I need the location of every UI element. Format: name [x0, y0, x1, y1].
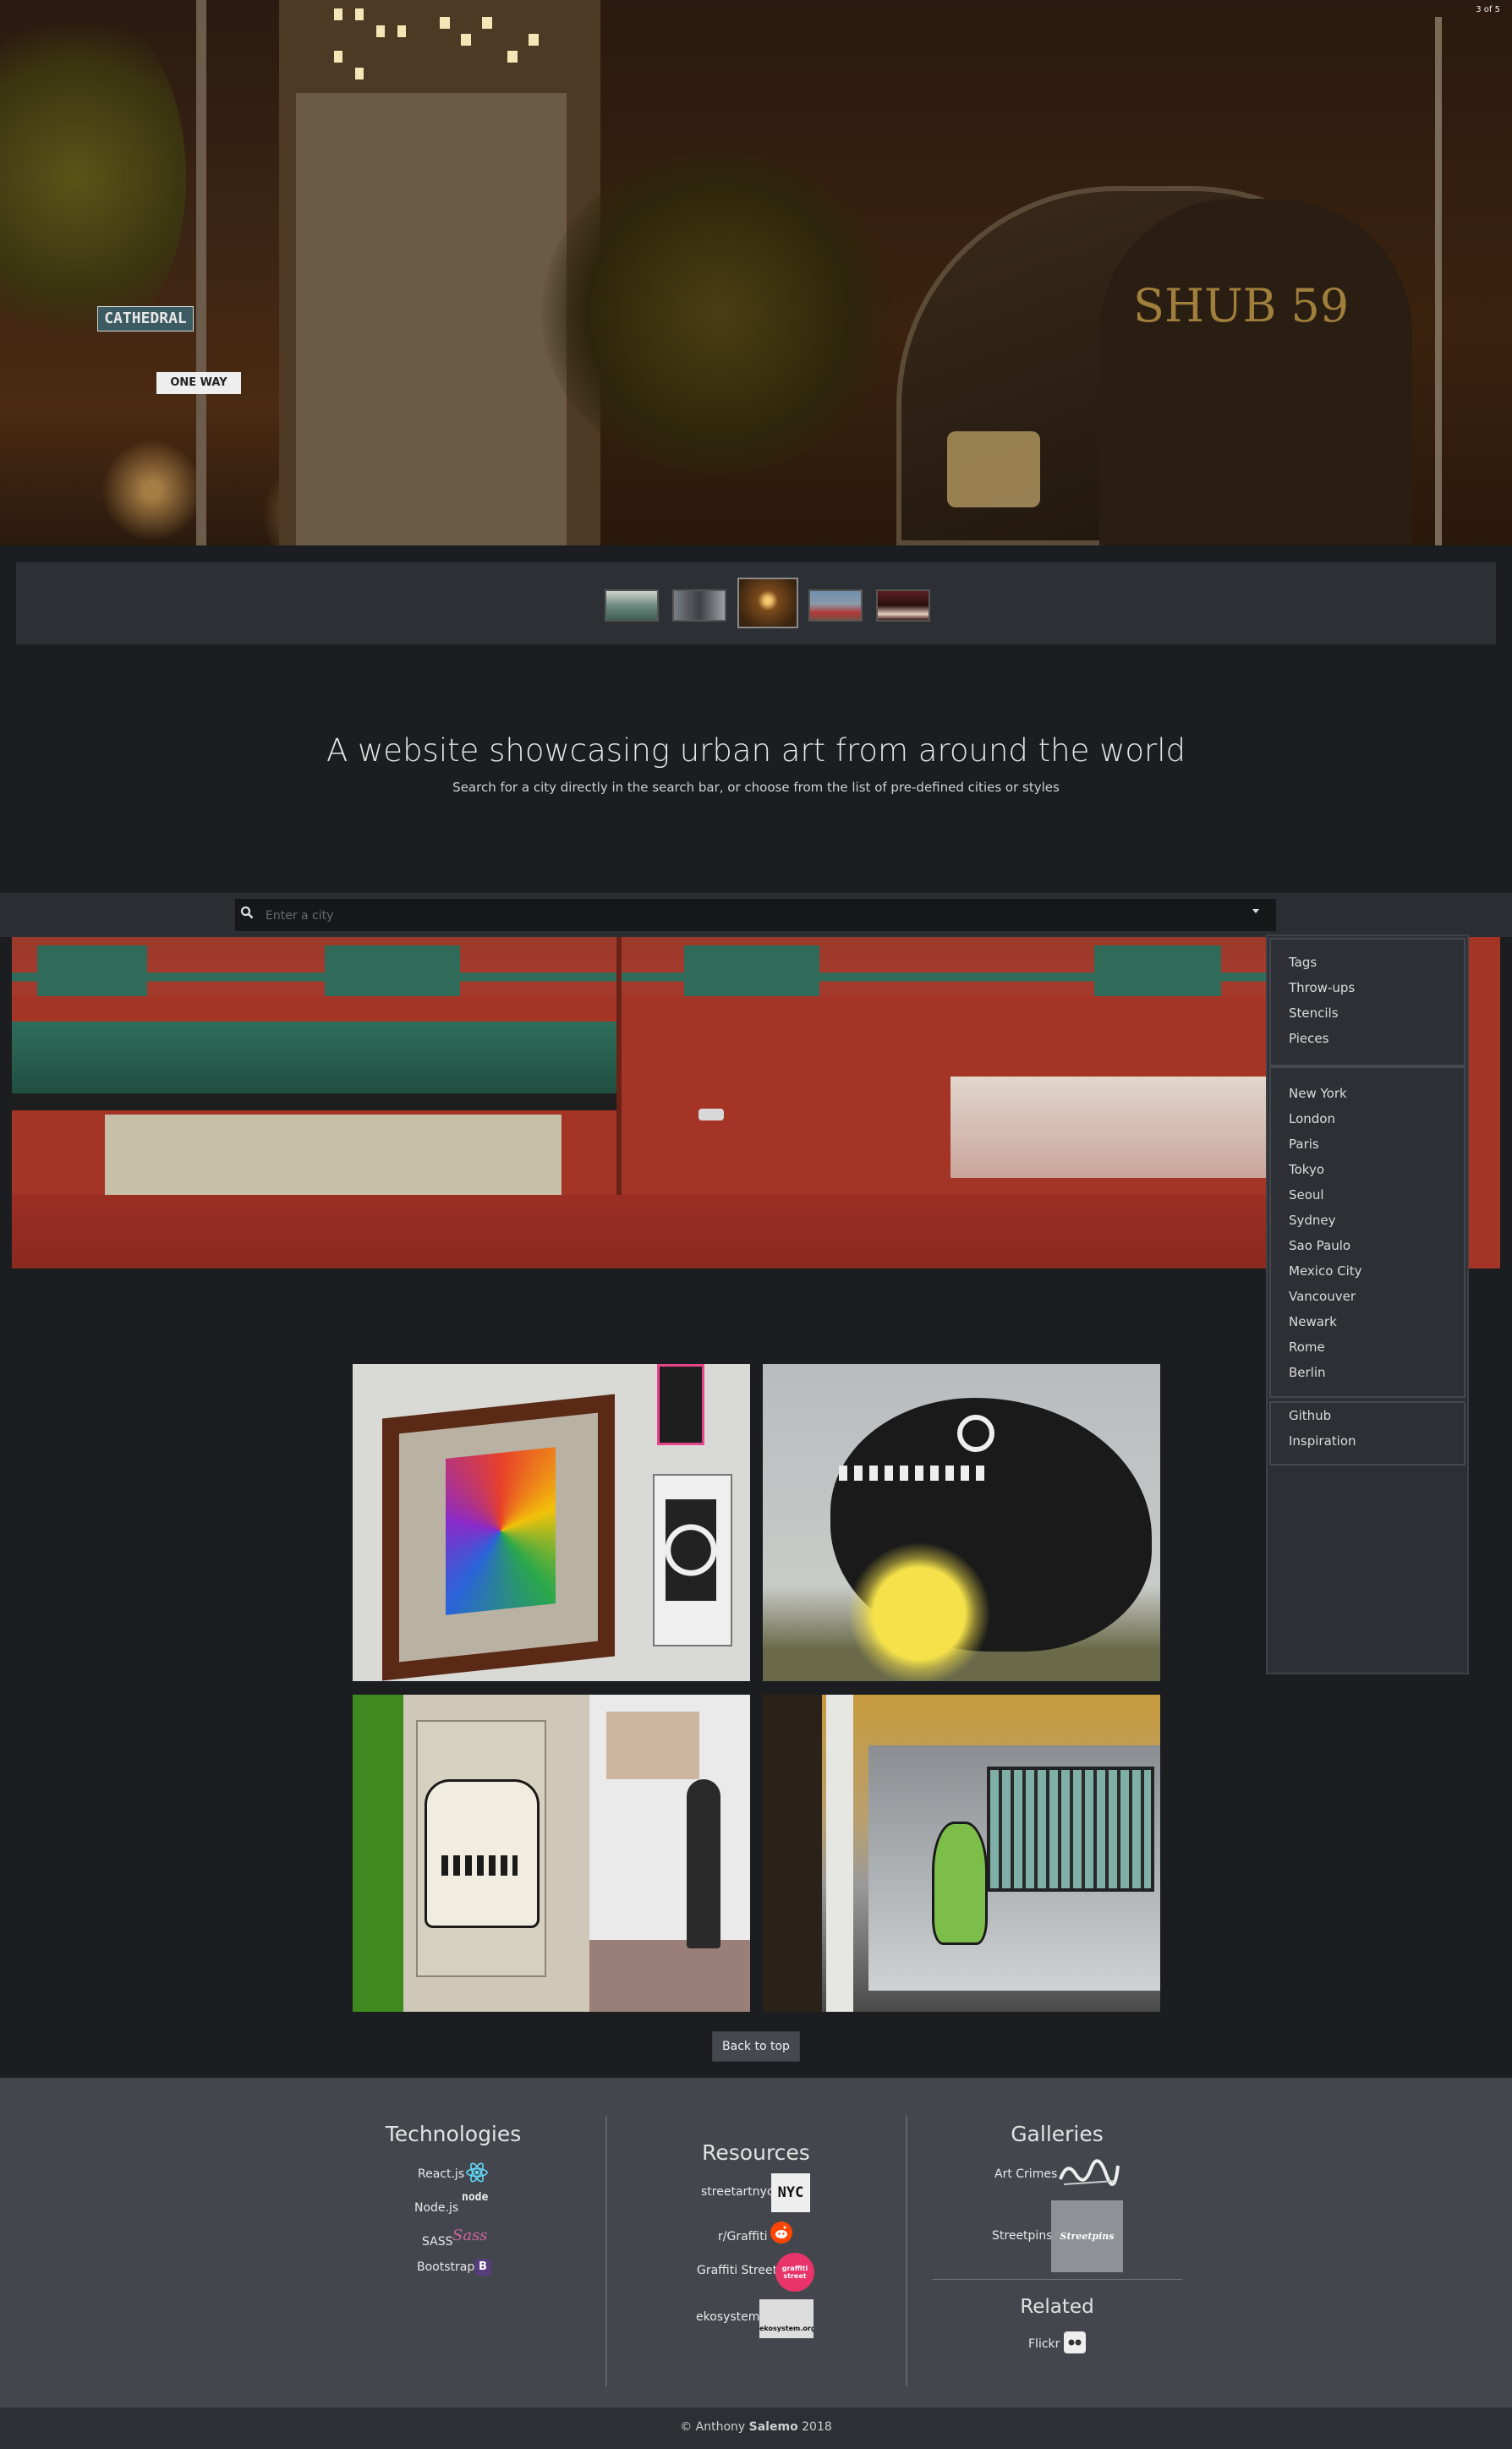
copyright-name: Salemo [748, 2420, 798, 2434]
footer: Technologies React.js Node.js node SASS … [0, 2078, 1512, 2408]
thumbnail-5[interactable] [876, 589, 930, 622]
art-crimes-logo [1057, 2156, 1121, 2189]
footer-resources-heading: Resources [702, 2140, 810, 2165]
copyright-prefix: © Anthony [680, 2420, 746, 2434]
hero-counter: 3 of 5 [1476, 5, 1500, 14]
node-icon: node [462, 2191, 489, 2204]
hero-tree-center [541, 152, 896, 474]
flickr-icon [1064, 2331, 1086, 2353]
footer-galleries-divider [933, 2279, 1182, 2280]
footer-link-streetpins[interactable]: Streetpins [992, 2229, 1052, 2243]
back-to-top-button[interactable]: Back to top [712, 2031, 800, 2062]
footer-technologies-heading: Technologies [385, 2122, 522, 2146]
react-icon [465, 2161, 489, 2187]
footer-link-graffiti-street[interactable]: Graffiti Street [697, 2264, 777, 2277]
footer-link-reactjs[interactable]: React.js [418, 2167, 464, 2181]
hero-one-way-sign: ONE WAY [156, 372, 241, 394]
footer-link-sass[interactable]: SASS [422, 2235, 453, 2249]
copyright-text: © Anthony Salemo 2018 [0, 2420, 1512, 2434]
sidebar: Tags Throw-ups Stencils Pieces New York … [1266, 934, 1469, 1674]
page-title: A website showcasing urban art from arou… [326, 732, 1186, 769]
footer-galleries-heading: Galleries [1011, 2122, 1104, 2146]
thumbnail-bar [16, 562, 1496, 644]
footer-link-flickr[interactable]: Flickr [1028, 2337, 1060, 2351]
gallery-photo-framed-art[interactable] [353, 1364, 750, 1681]
footer-link-art-crimes[interactable]: Art Crimes [994, 2167, 1057, 2181]
copyright-year: 2018 [802, 2420, 832, 2434]
sass-icon: Sass [452, 2227, 488, 2244]
hero-sticker [947, 431, 1040, 507]
search-icon [240, 906, 254, 923]
reddit-icon [770, 2222, 792, 2244]
gallery-photo-green-creature[interactable] [763, 1695, 1160, 2012]
sidebar-item-mexico-city[interactable]: Mexico City [1289, 1263, 1362, 1279]
hero-graffiti-tag: SHUB 59 [1133, 279, 1350, 332]
sidebar-item-tags[interactable]: Tags [1289, 955, 1317, 970]
sidebar-item-stencils[interactable]: Stencils [1289, 1005, 1339, 1021]
sidebar-item-pieces[interactable]: Pieces [1289, 1031, 1328, 1046]
thumbnail-3-active[interactable] [737, 578, 798, 628]
banner-white-patch [950, 1077, 1268, 1178]
graffiti-street-logo: graffiti street [775, 2253, 814, 2292]
sidebar-item-seoul[interactable]: Seoul [1289, 1187, 1324, 1203]
chevron-down-icon[interactable] [1252, 905, 1260, 918]
gallery-photo-utility-box[interactable] [353, 1695, 750, 2012]
hero-tree-left [0, 0, 186, 355]
footer-link-ekosystem[interactable]: ekosystem [696, 2310, 759, 2324]
ekosystem-logo: ekosystem.org [759, 2299, 814, 2338]
hero-pole-right [1435, 17, 1442, 545]
page-subtitle: Search for a city directly in the search… [452, 780, 1060, 795]
hero-street-sign: CATHEDRAL [97, 306, 194, 331]
streetartnyc-logo: NYC [771, 2173, 810, 2212]
search-input[interactable] [264, 903, 1240, 929]
footer-link-streetartnyc[interactable]: streetartnyc [701, 2185, 774, 2199]
sidebar-item-throw-ups[interactable]: Throw-ups [1289, 980, 1355, 995]
streetpins-logo: Streetpins [1051, 2200, 1123, 2272]
banner-image-edge [1469, 937, 1500, 1268]
hero-building-facade [296, 93, 567, 545]
banner-green-awning [12, 1022, 616, 1098]
city-banner-image [12, 937, 1268, 1268]
sidebar-item-rome[interactable]: Rome [1289, 1340, 1325, 1355]
sidebar-item-new-york[interactable]: New York [1289, 1086, 1347, 1101]
gallery-photo-black-creature[interactable] [763, 1364, 1160, 1681]
sidebar-item-london[interactable]: London [1289, 1111, 1335, 1126]
banner-lower-wall [12, 1195, 1268, 1268]
thumbnail-4[interactable] [808, 589, 863, 622]
footer-link-nodejs[interactable]: Node.js [414, 2201, 458, 2215]
security-camera-icon [698, 1109, 724, 1120]
sidebar-item-paris[interactable]: Paris [1289, 1137, 1319, 1152]
sidebar-item-berlin[interactable]: Berlin [1289, 1365, 1326, 1380]
hero-image: CATHEDRAL ONE WAY SHUB 59 3 of 5 [0, 0, 1512, 545]
sidebar-item-sydney[interactable]: Sydney [1289, 1213, 1336, 1228]
sidebar-item-newark[interactable]: Newark [1289, 1314, 1337, 1329]
sidebar-item-vancouver[interactable]: Vancouver [1289, 1289, 1356, 1304]
hero-lamp-post [196, 0, 206, 545]
footer-related-heading: Related [1020, 2296, 1094, 2318]
thumbnail-2[interactable] [672, 589, 726, 622]
sidebar-item-tokyo[interactable]: Tokyo [1289, 1162, 1324, 1177]
thumbnail-1[interactable] [605, 589, 659, 622]
sidebar-item-inspiration[interactable]: Inspiration [1289, 1433, 1356, 1449]
footer-divider-1 [605, 2116, 607, 2386]
footer-link-bootstrap[interactable]: Bootstrap [417, 2260, 474, 2274]
sidebar-item-sao-paulo[interactable]: Sao Paulo [1289, 1238, 1350, 1253]
banner-window-ledges [12, 937, 1268, 996]
sidebar-item-github[interactable]: Github [1289, 1408, 1331, 1423]
footer-link-r-graffiti[interactable]: r/Graffiti [718, 2230, 768, 2244]
footer-divider-2 [906, 2116, 907, 2386]
bootstrap-icon: B [474, 2259, 491, 2276]
banner-tan-blocks [105, 1115, 562, 1195]
